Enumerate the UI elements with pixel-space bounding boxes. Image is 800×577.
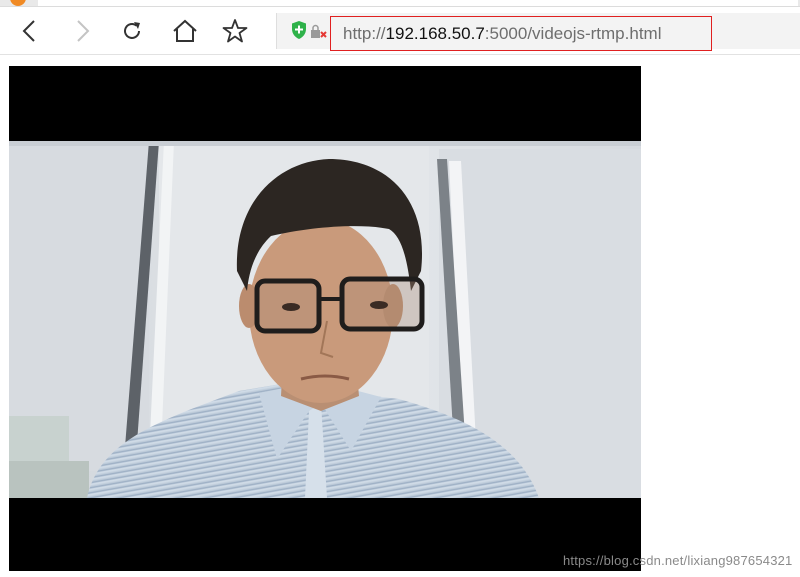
home-button[interactable] (171, 17, 199, 45)
chevron-left-icon (22, 20, 35, 42)
webcam-video-image (9, 141, 641, 498)
url-path: :5000/videojs-rtmp.html (484, 23, 662, 43)
tab-favicon-icon (10, 0, 26, 6)
bookmark-button[interactable] (221, 17, 249, 45)
back-button[interactable] (16, 17, 44, 45)
active-tab[interactable] (38, 0, 798, 6)
star-icon (222, 19, 248, 43)
chevron-right-icon (77, 20, 90, 42)
reload-button[interactable] (118, 17, 146, 45)
url-field[interactable]: http://192.168.50.7:5000/videojs-rtmp.ht… (330, 16, 712, 51)
home-icon (173, 19, 197, 42)
url-scheme: http:// (343, 23, 386, 43)
url-host: 192.168.50.7 (385, 23, 485, 43)
forward-button[interactable] (68, 17, 96, 45)
video-player[interactable] (9, 66, 641, 571)
broken-lock-icon[interactable] (310, 24, 328, 40)
tab-strip (0, 0, 800, 7)
shield-icon[interactable] (290, 20, 308, 40)
browser-toolbar: http://192.168.50.7:5000/videojs-rtmp.ht… (0, 7, 800, 55)
csdn-watermark: https://blog.csdn.net/lixiang987654321 (563, 553, 793, 568)
reload-icon (124, 22, 140, 39)
video-stream-frame (9, 141, 641, 498)
